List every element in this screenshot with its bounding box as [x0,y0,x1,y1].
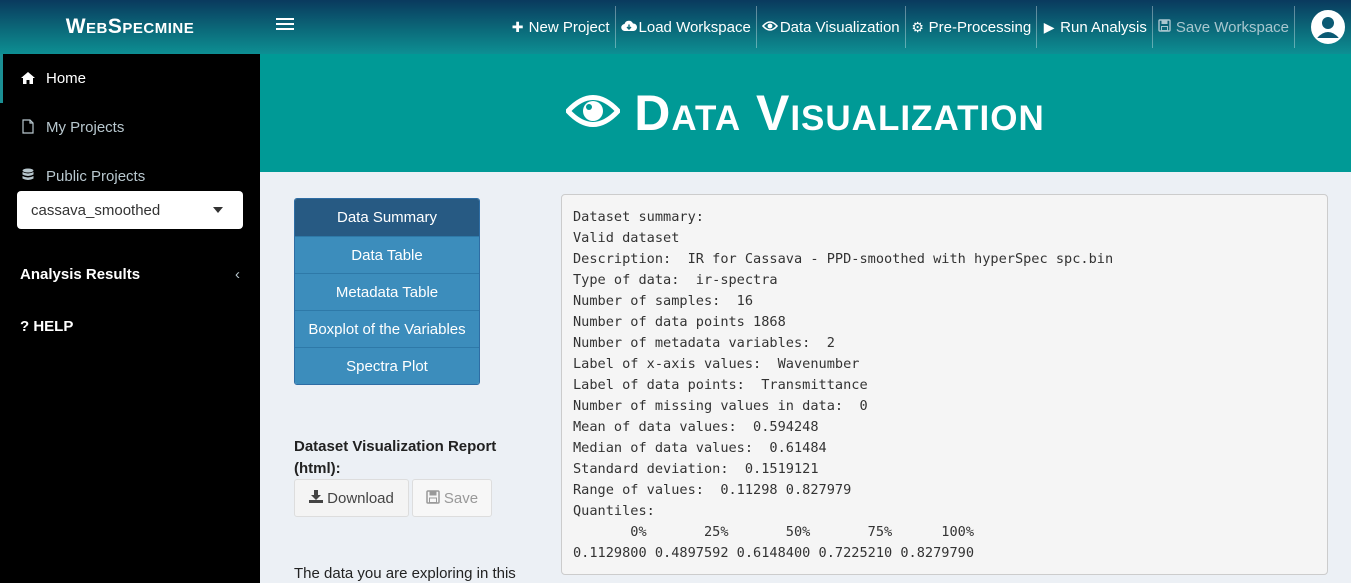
dataset-select-value: cassava_smoothed [31,201,161,219]
database-icon [20,168,36,186]
tab-spectra-plot[interactable]: Spectra Plot [295,347,479,384]
summary-text: Dataset summary: Valid dataset Descripti… [573,207,1316,564]
nav-label: Data Visualization [779,18,900,36]
nav-label: Pre-Processing [928,18,1032,36]
caret-down-icon [213,207,223,213]
summary-line: Quantiles: [573,503,655,519]
nav-load-workspace[interactable]: Load Workspace [614,6,756,48]
tab-data-table[interactable]: Data Table [295,236,479,273]
report-label: Dataset Visualization Report (html): [294,438,497,477]
nav-data-visualization[interactable]: Data Visualization [755,6,905,48]
page-banner: Data Visualization [260,54,1351,172]
eye-icon [564,92,622,135]
tab-data-summary[interactable]: Data Summary [295,199,479,236]
summary-line: Median of data values: 0.61484 [573,440,827,456]
play-icon: ▶ [1043,18,1055,35]
summary-line: 0% 25% 50% 75% 100% [573,524,983,540]
gears-icon: ⚙ [911,18,924,35]
summary-line: Mean of data values: 0.594248 [573,419,819,435]
sidebar-item-label: Home [46,70,87,87]
nav-label: Load Workspace [638,18,751,36]
view-tabs: Data Summary Data Table Metadata Table B… [294,198,480,385]
save-icon [1158,19,1172,35]
sidebar-item-analysis-results[interactable]: Analysis Results ‹ [20,266,240,283]
download-label: Download [327,489,394,507]
summary-line: Description: IR for Cassava - PPD-smooth… [573,251,1114,267]
summary-line: Number of samples: 16 [573,293,754,309]
nav-save-workspace[interactable]: Save Workspace [1151,6,1295,48]
summary-line: Number of data points 1868 [573,314,786,330]
sidebar-item-help[interactable]: ? HELP [20,318,73,335]
summary-line: Dataset summary: [573,209,704,225]
dataset-summary-output: Dataset summary: Valid dataset Descripti… [561,194,1328,575]
cloud-download-icon [620,19,637,35]
sidebar-toggle-icon[interactable] [276,14,294,36]
chevron-left-icon: ‹ [235,266,240,283]
tab-boxplot[interactable]: Boxplot of the Variables [295,310,479,347]
summary-line: Number of missing values in data: 0 [573,398,868,414]
nav-run-analysis[interactable]: ▶ Run Analysis [1036,6,1152,48]
sidebar-item-label: My Projects [46,119,125,136]
nav-label: New Project [528,18,610,36]
nav-new-project[interactable]: ✚ New Project [506,6,615,48]
explore-text: The data you are exploring in this [294,565,516,582]
app-logo[interactable]: WebSpecmine [0,0,260,54]
nav-pre-processing[interactable]: ⚙ Pre-Processing [904,6,1037,48]
save-icon [426,489,440,507]
nav-label: Run Analysis [1060,18,1147,36]
home-icon [20,71,36,87]
summary-line: Type of data: ir-spectra [573,272,778,288]
user-avatar-icon[interactable] [1311,10,1345,44]
download-button[interactable]: Download [294,479,409,517]
top-header: WebSpecmine ✚ New Project Load Workspace… [0,0,1351,54]
file-icon [20,118,36,137]
top-nav: ✚ New Project Load Workspace Data Visual… [506,6,1295,48]
save-label: Save [443,489,479,507]
sidebar-item-label: Analysis Results [20,266,141,283]
page-title: Data Visualization [634,85,1045,141]
summary-line: Number of metadata variables: 2 [573,335,835,351]
tab-metadata-table[interactable]: Metadata Table [295,273,479,310]
sidebar-item-my-projects[interactable]: My Projects [0,103,260,152]
eye-icon [761,19,778,35]
summary-line: Label of x-axis values: Wavenumber [573,356,860,372]
summary-line: Valid dataset [573,230,680,246]
nav-label: Save Workspace [1175,18,1289,36]
sidebar-item-home[interactable]: Home [0,54,260,103]
summary-line: 0.1129800 0.4897592 0.6148400 0.7225210 … [573,545,975,561]
save-button[interactable]: Save [412,479,492,517]
plus-icon: ✚ [511,18,524,35]
summary-line: Standard deviation: 0.1519121 [573,461,819,477]
sidebar-item-label: Public Projects [46,168,146,185]
summary-line: Label of data points: Transmittance [573,377,868,393]
download-icon [309,490,324,506]
summary-line: Range of values: 0.11298 0.827979 [573,482,852,498]
dataset-select[interactable]: cassava_smoothed [17,191,243,229]
